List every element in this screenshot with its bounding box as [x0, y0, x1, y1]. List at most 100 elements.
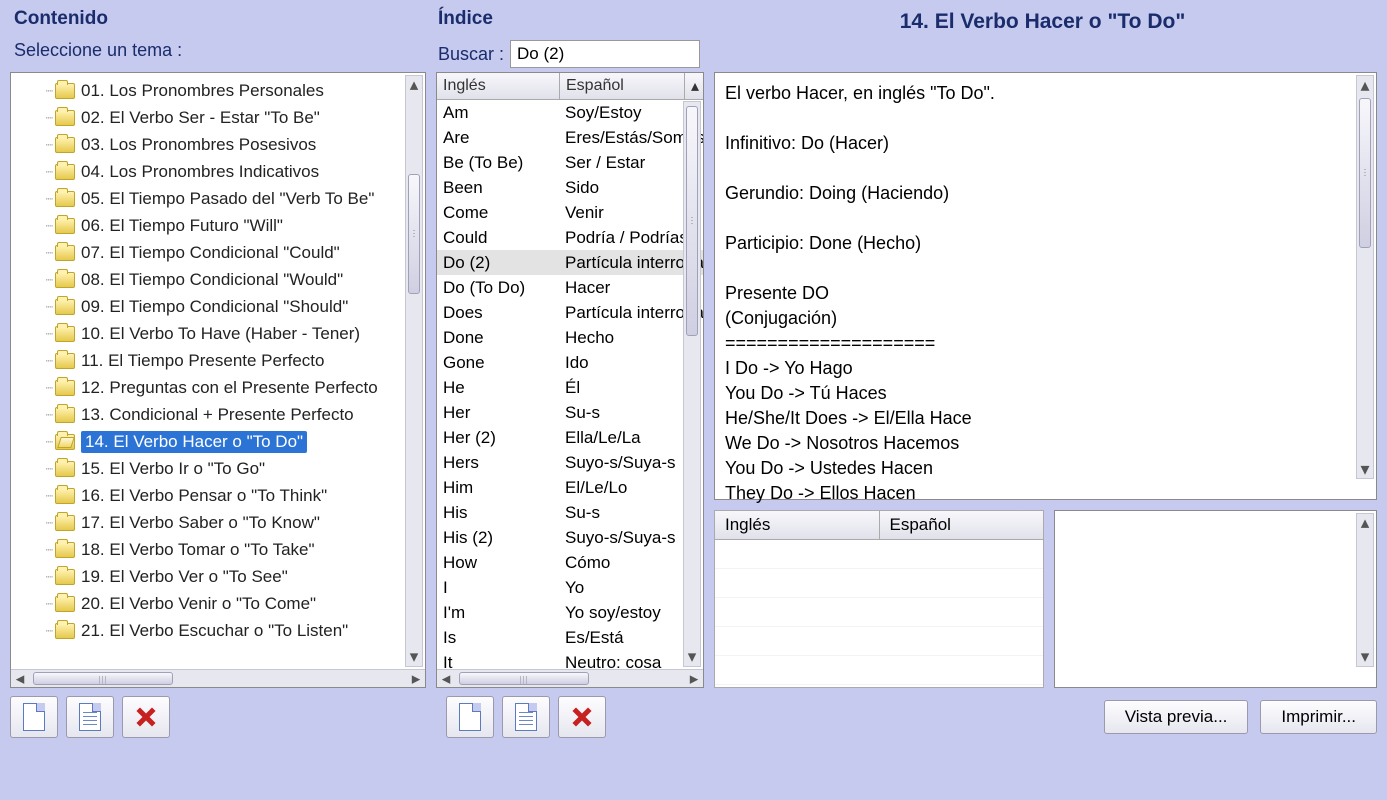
index-cell-en: His (2): [437, 528, 561, 548]
tree-item[interactable]: ┈05. El Tiempo Pasado del "Verb To Be": [11, 185, 425, 212]
index-row[interactable]: ItNeutro: cosa: [437, 650, 703, 669]
search-input[interactable]: [510, 40, 700, 68]
mini-col-english[interactable]: Inglés: [714, 510, 879, 540]
index-row[interactable]: BeenSido: [437, 175, 703, 200]
index-row[interactable]: HerSu-s: [437, 400, 703, 425]
tree-horizontal-scrollbar[interactable]: ◂ ▸: [11, 669, 425, 687]
new-doc-button[interactable]: [10, 696, 58, 738]
mini-table[interactable]: Inglés Español: [714, 510, 1044, 688]
index-horizontal-scrollbar[interactable]: ◂ ▸: [437, 669, 703, 687]
index-row[interactable]: His (2)Suyo-s/Suya-s: [437, 525, 703, 550]
index-row[interactable]: CouldPodría / Podrías: [437, 225, 703, 250]
scroll-down-icon[interactable]: ▾: [406, 648, 422, 666]
index-cell-es: Soy/Estoy: [561, 103, 703, 123]
folder-icon: [55, 461, 75, 477]
contents-tree[interactable]: ┈01. Los Pronombres Personales┈02. El Ve…: [10, 72, 426, 688]
scroll-up-icon[interactable]: ▴: [1357, 76, 1373, 94]
delete-button-2[interactable]: [558, 696, 606, 738]
index-row[interactable]: GoneIdo: [437, 350, 703, 375]
folder-icon: [55, 191, 75, 207]
tree-item[interactable]: ┈ 14. El Verbo Hacer o "To Do": [11, 428, 425, 455]
folder-icon: [55, 380, 75, 396]
tree-item[interactable]: ┈16. El Verbo Pensar o "To Think": [11, 482, 425, 509]
tree-item[interactable]: ┈17. El Verbo Saber o "To Know": [11, 509, 425, 536]
scroll-right-icon[interactable]: ▸: [407, 670, 425, 687]
tree-item[interactable]: ┈02. El Verbo Ser - Estar "To Be": [11, 104, 425, 131]
tree-connector-icon: ┈: [31, 435, 51, 449]
detail-vertical-scrollbar[interactable]: ▴ ▾: [1356, 513, 1374, 667]
index-row[interactable]: DoesPartícula interrogativa: [437, 300, 703, 325]
preview-button[interactable]: Vista previa...: [1104, 700, 1249, 734]
tree-item[interactable]: ┈15. El Verbo Ir o "To Go": [11, 455, 425, 482]
tree-item[interactable]: ┈18. El Verbo Tomar o "To Take": [11, 536, 425, 563]
index-row[interactable]: Her (2)Ella/Le/La: [437, 425, 703, 450]
index-row[interactable]: HersSuyo-s/Suya-s: [437, 450, 703, 475]
scroll-down-icon[interactable]: ▾: [1357, 648, 1373, 666]
scroll-right-icon[interactable]: ▸: [685, 670, 703, 687]
index-row[interactable]: HowCómo: [437, 550, 703, 575]
index-cell-en: Am: [437, 103, 561, 123]
tree-vertical-scrollbar[interactable]: ▴ ▾: [405, 75, 423, 667]
index-col-english[interactable]: Inglés: [437, 73, 560, 99]
tree-item[interactable]: ┈07. El Tiempo Condicional "Could": [11, 239, 425, 266]
tree-item[interactable]: ┈10. El Verbo To Have (Haber - Tener): [11, 320, 425, 347]
index-vertical-scrollbar[interactable]: ▾: [683, 101, 701, 667]
tree-item[interactable]: ┈20. El Verbo Venir o "To Come": [11, 590, 425, 617]
index-list[interactable]: Inglés Español ▴ AmSoy/EstoyAreEres/Está…: [436, 72, 704, 688]
delete-button[interactable]: [122, 696, 170, 738]
tree-item-label: 07. El Tiempo Condicional "Could": [81, 243, 340, 263]
index-row[interactable]: AreEres/Estás/Somos: [437, 125, 703, 150]
index-row[interactable]: IsEs/Está: [437, 625, 703, 650]
tree-item[interactable]: ┈08. El Tiempo Condicional "Would": [11, 266, 425, 293]
tree-item[interactable]: ┈21. El Verbo Escuchar o "To Listen": [11, 617, 425, 644]
index-row[interactable]: HimEl/Le/Lo: [437, 475, 703, 500]
index-title: Índice: [438, 8, 708, 30]
index-row[interactable]: Do (2)Partícula interrogativa: [437, 250, 703, 275]
print-button[interactable]: Imprimir...: [1260, 700, 1377, 734]
index-cell-en: Hers: [437, 453, 561, 473]
tree-item[interactable]: ┈09. El Tiempo Condicional "Should": [11, 293, 425, 320]
tree-item[interactable]: ┈06. El Tiempo Futuro "Will": [11, 212, 425, 239]
mini-col-spanish[interactable]: Español: [879, 510, 1045, 540]
new-doc-button-2[interactable]: [446, 696, 494, 738]
scroll-down-icon[interactable]: ▾: [1357, 460, 1373, 478]
index-row[interactable]: Be (To Be)Ser / Estar: [437, 150, 703, 175]
index-row[interactable]: ComeVenir: [437, 200, 703, 225]
tree-item[interactable]: ┈03. Los Pronombres Posesivos: [11, 131, 425, 158]
index-cell-es: Yo: [561, 578, 703, 598]
tree-item[interactable]: ┈19. El Verbo Ver o "To See": [11, 563, 425, 590]
index-cell-es: Suyo-s/Suya-s: [561, 453, 703, 473]
scroll-down-icon[interactable]: ▾: [684, 648, 700, 666]
tree-item[interactable]: ┈04. Los Pronombres Indicativos: [11, 158, 425, 185]
tree-item[interactable]: ┈12. Preguntas con el Presente Perfecto: [11, 374, 425, 401]
index-cell-en: Does: [437, 303, 561, 323]
scroll-up-icon[interactable]: ▴: [1357, 514, 1373, 532]
tree-item-label: 09. El Tiempo Condicional "Should": [81, 297, 348, 317]
index-row[interactable]: IYo: [437, 575, 703, 600]
doc-lines-button-2[interactable]: [502, 696, 550, 738]
doc-lines-button[interactable]: [66, 696, 114, 738]
index-cell-en: Do (To Do): [437, 278, 561, 298]
index-row[interactable]: HisSu-s: [437, 500, 703, 525]
scroll-up-icon[interactable]: ▴: [406, 76, 422, 94]
scroll-up-icon[interactable]: ▴: [685, 73, 703, 99]
index-row[interactable]: AmSoy/Estoy: [437, 100, 703, 125]
index-row[interactable]: I'mYo soy/estoy: [437, 600, 703, 625]
article-vertical-scrollbar[interactable]: ▴ ▾: [1356, 75, 1374, 479]
index-cell-es: Suyo-s/Suya-s: [561, 528, 703, 548]
tree-item[interactable]: ┈01. Los Pronombres Personales: [11, 77, 425, 104]
tree-connector-icon: ┈: [31, 624, 51, 638]
scroll-left-icon[interactable]: ◂: [437, 670, 455, 687]
index-col-spanish[interactable]: Español: [560, 73, 685, 99]
tree-item[interactable]: ┈11. El Tiempo Presente Perfecto: [11, 347, 425, 374]
index-row[interactable]: Do (To Do)Hacer: [437, 275, 703, 300]
tree-item[interactable]: ┈13. Condicional + Presente Perfecto: [11, 401, 425, 428]
index-cell-en: It: [437, 653, 561, 670]
index-row[interactable]: DoneHecho: [437, 325, 703, 350]
document-lines-icon: [79, 703, 101, 731]
folder-icon: [55, 218, 75, 234]
index-row[interactable]: HeÉl: [437, 375, 703, 400]
index-cell-es: Eres/Estás/Somos: [561, 128, 703, 148]
scroll-left-icon[interactable]: ◂: [11, 670, 29, 687]
tree-item-label: 14. El Verbo Hacer o "To Do": [81, 431, 307, 453]
